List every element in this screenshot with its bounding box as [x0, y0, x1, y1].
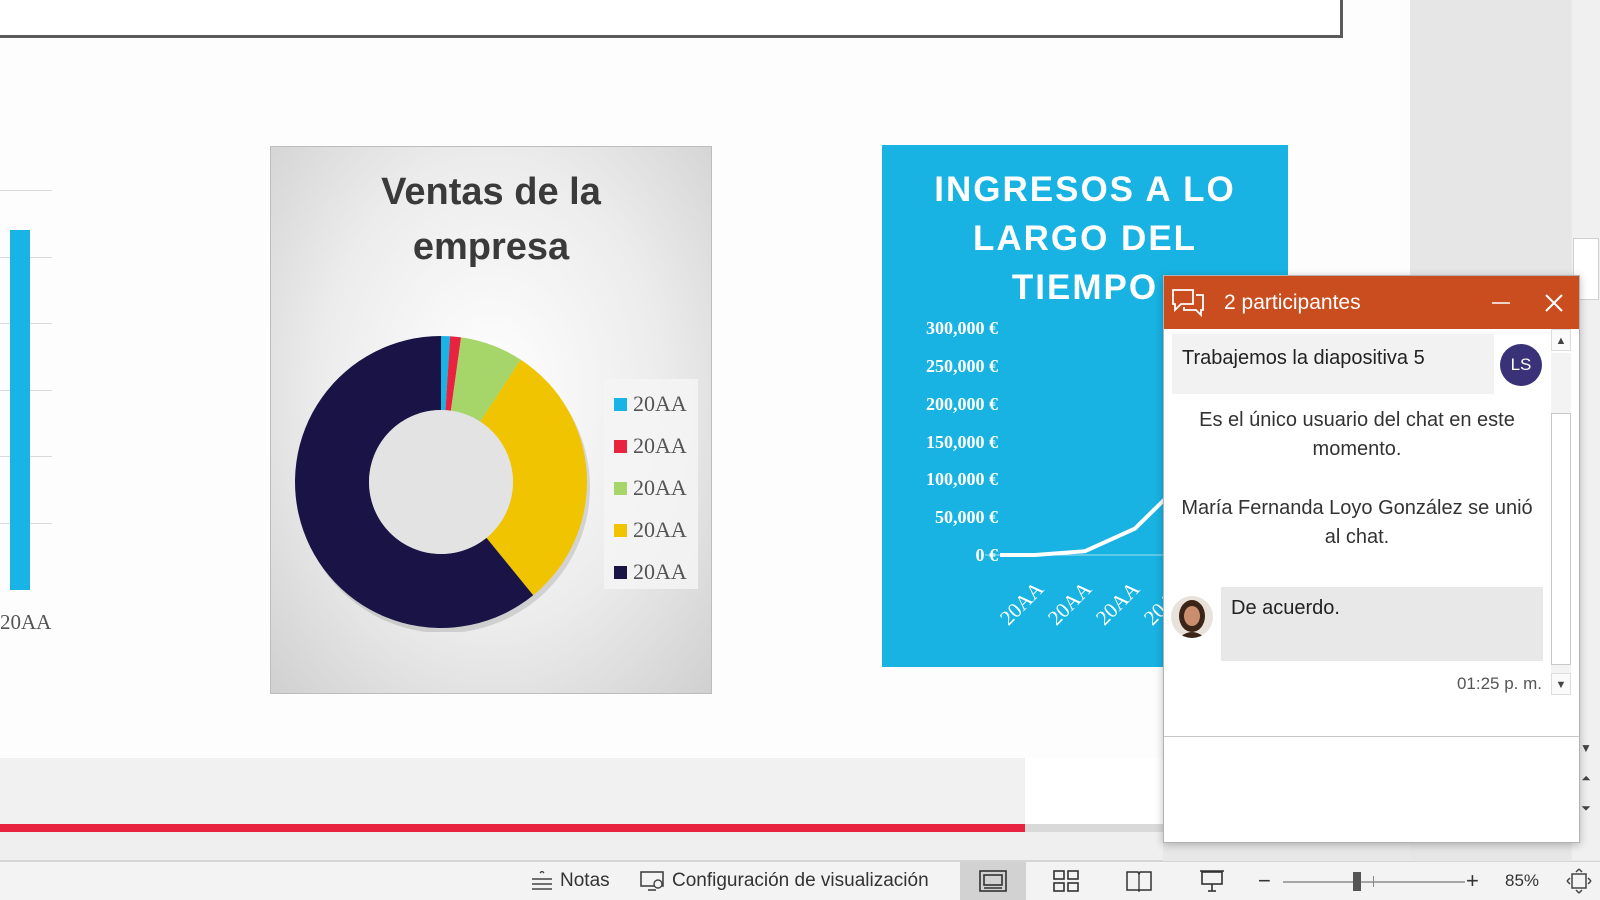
reading-view-icon [1126, 871, 1152, 892]
scroll-up-arrow[interactable]: ▲ [1551, 329, 1571, 351]
close-chat-button[interactable] [1534, 276, 1574, 329]
company-sales-chart[interactable]: Ventas de la empresa 20AA 20AA 20AA 20AA 20A… [270, 146, 712, 694]
system-message: María Fernanda Loyo González se unió al … [1181, 497, 1533, 548]
legend-swatch [614, 397, 627, 411]
notes-pane[interactable] [0, 758, 1025, 824]
chat-scrollbar[interactable]: ▲ ▼ [1549, 329, 1575, 697]
status-bar: Notas Configuración de visualización − +… [0, 861, 1600, 900]
x-tick-label: 20AA [0, 610, 52, 634]
display-settings-label: Configuración de visualización [672, 870, 929, 891]
donut-hole [369, 410, 513, 554]
chat-bubbles-icon [1172, 289, 1204, 318]
notes-label: Notas [560, 870, 610, 891]
legend-swatch [614, 439, 627, 453]
system-message: Es el único usuario del chat en este mom… [1199, 409, 1515, 460]
gridline [0, 190, 52, 191]
legend-label: 20AA [633, 559, 687, 584]
close-icon [1545, 293, 1563, 312]
minimize-chat-button[interactable] [1481, 276, 1521, 329]
slideshow-icon [1200, 870, 1224, 892]
legend-item: 20AA [614, 557, 687, 587]
legend-swatch [614, 481, 627, 495]
slide-sorter-button[interactable] [1033, 862, 1099, 900]
notes-pane-blank [1025, 758, 1163, 824]
legend-swatch [614, 523, 627, 537]
zoom-level[interactable]: 85% [1505, 862, 1539, 900]
chart-legend: 20AA 20AA 20AA 20AA 20AA [604, 379, 698, 589]
left-bar-chart: 20AA [0, 190, 52, 634]
message-timestamp: 01:25 p. m. [1456, 674, 1542, 693]
normal-view-button[interactable] [960, 862, 1026, 900]
chat-message: Trabajemos la diapositiva 5 [1172, 334, 1494, 394]
display-settings-button[interactable]: Configuración de visualización [640, 862, 929, 900]
slideshow-button[interactable] [1179, 862, 1245, 900]
pane-separator [0, 832, 1163, 861]
donut-chart [294, 336, 590, 632]
bar [10, 230, 30, 590]
legend-label: 20AA [633, 475, 687, 500]
loading-progress-bar [0, 824, 1025, 832]
loading-progress-remaining [1025, 824, 1163, 832]
minimize-icon [1492, 301, 1510, 304]
zoom-slider-thumb[interactable] [1353, 872, 1361, 891]
chart-title-line1: Ventas de la [381, 171, 601, 213]
legend-item: 20AA [614, 431, 687, 461]
notes-icon [532, 871, 552, 890]
avatar [1171, 596, 1213, 638]
zoom-slider[interactable] [1283, 881, 1465, 883]
chart-title: Ventas de la empresa [271, 165, 711, 275]
legend-label: 20AA [633, 433, 687, 458]
user-photo-icon [1171, 596, 1213, 638]
chat-message-input[interactable] [1164, 737, 1579, 842]
legend-label: 20AA [633, 391, 687, 416]
reading-view-button[interactable] [1106, 862, 1172, 900]
fit-to-window-button[interactable] [1566, 862, 1598, 900]
zoom-out-button[interactable]: − [1258, 862, 1271, 900]
scroll-down-arrow[interactable]: ▼ [1551, 673, 1571, 695]
legend-swatch [614, 565, 627, 579]
fit-window-icon [1566, 868, 1592, 894]
normal-view-icon [979, 870, 1007, 892]
legend-item: 20AA [614, 473, 687, 503]
avatar: LS [1500, 344, 1542, 386]
slide-sorter-icon [1053, 870, 1079, 892]
chart-title-line2: empresa [412, 226, 570, 268]
display-settings-icon [640, 871, 664, 891]
notes-button[interactable]: Notas [530, 862, 610, 900]
legend-item: 20AA [614, 389, 687, 419]
legend-item: 20AA [614, 515, 687, 545]
previous-slide-frame [0, 0, 1343, 38]
zoom-slider-center-tick [1373, 876, 1374, 887]
legend-label: 20AA [633, 517, 687, 542]
chat-participants-title: 2 participantes [1224, 291, 1361, 314]
chat-panel: 2 participantes Trabajemos la diapositiv… [1163, 275, 1580, 843]
chat-header: 2 participantes [1164, 276, 1579, 329]
chat-message: De acuerdo. [1221, 587, 1543, 661]
scrollbar-thumb[interactable] [1551, 413, 1571, 665]
zoom-in-button[interactable]: + [1466, 862, 1479, 900]
